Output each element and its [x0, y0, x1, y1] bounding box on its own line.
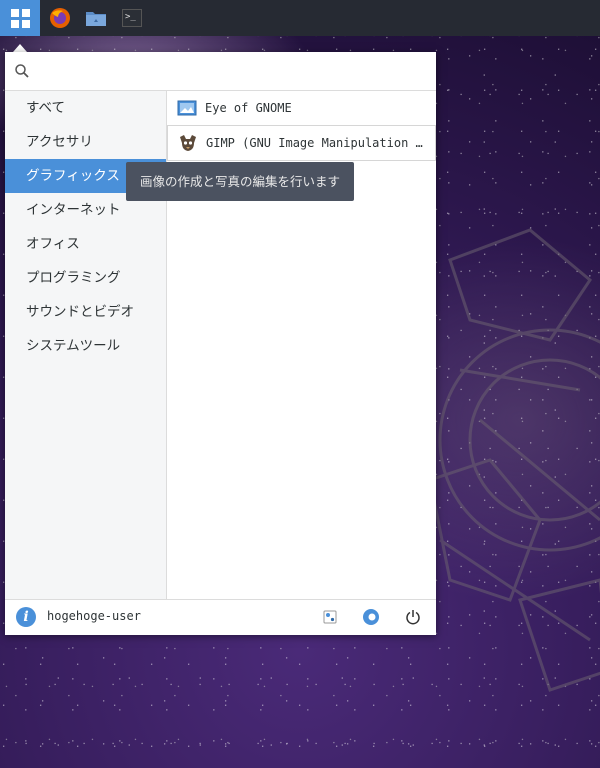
app-label: Eye of GNOME	[205, 101, 292, 115]
taskbar: >_	[0, 0, 600, 36]
terminal-launcher[interactable]: >_	[112, 0, 152, 36]
category-system-tools[interactable]: システムツール	[5, 329, 166, 363]
category-programming[interactable]: プログラミング	[5, 261, 166, 295]
power-button[interactable]	[403, 607, 423, 627]
terminal-icon: >_	[122, 9, 142, 27]
category-sound-video[interactable]: サウンドとビデオ	[5, 295, 166, 329]
start-menu-button[interactable]	[0, 0, 40, 36]
app-item-gimp[interactable]: GIMP (GNU Image Manipulation …	[167, 125, 436, 161]
app-grid-icon	[10, 8, 30, 28]
power-icon	[406, 610, 420, 625]
lock-screen-icon	[363, 609, 379, 625]
settings-button[interactable]	[320, 607, 340, 627]
lock-screen-button[interactable]	[361, 607, 381, 627]
user-info-icon[interactable]: i	[16, 607, 36, 627]
gimp-icon	[180, 135, 196, 151]
settings-icon	[323, 610, 337, 624]
application-menu: すべて アクセサリ グラフィックス インターネット オフィス プログラミング サ…	[5, 52, 436, 635]
firefox-launcher[interactable]	[40, 0, 80, 36]
menu-footer: i hogehoge-user	[5, 599, 436, 635]
category-accessories[interactable]: アクセサリ	[5, 125, 166, 159]
menu-pointer	[13, 44, 27, 52]
category-all[interactable]: すべて	[5, 91, 166, 125]
firefox-icon	[50, 8, 70, 28]
app-tooltip: 画像の作成と写真の編集を行います	[126, 162, 354, 201]
folder-icon	[86, 12, 106, 26]
terminal-glyph: >_	[125, 12, 136, 22]
search-bar[interactable]	[5, 52, 436, 91]
wallpaper-sculpture	[430, 228, 600, 692]
app-label: GIMP (GNU Image Manipulation …	[206, 136, 423, 150]
category-office[interactable]: オフィス	[5, 227, 166, 261]
search-icon	[15, 64, 29, 78]
files-launcher[interactable]	[76, 0, 116, 36]
app-item-eye-of-gnome[interactable]: Eye of GNOME	[167, 91, 436, 125]
user-name: hogehoge-user	[47, 609, 141, 623]
image-viewer-icon	[177, 100, 197, 116]
